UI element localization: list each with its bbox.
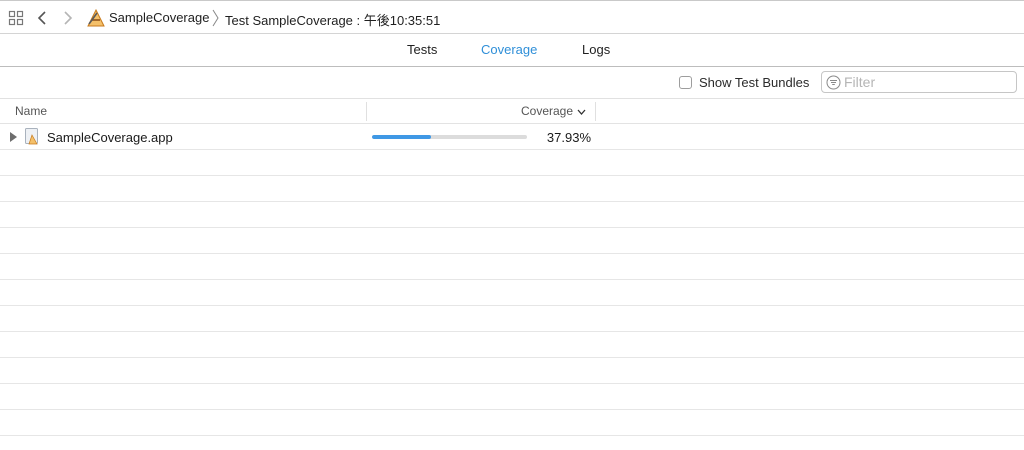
jump-bar: SampleCoverage Test SampleCoverage : 午後1… bbox=[0, 0, 1024, 34]
coverage-bar-fill bbox=[372, 135, 431, 139]
sort-descending-icon bbox=[577, 109, 586, 115]
column-header-coverage[interactable]: Coverage bbox=[521, 104, 586, 118]
show-test-bundles-checkbox[interactable] bbox=[679, 76, 692, 89]
related-items-icon[interactable] bbox=[7, 9, 25, 27]
report-tab-bar: Tests Coverage Logs bbox=[0, 34, 1024, 67]
empty-row bbox=[0, 228, 1024, 254]
project-icon bbox=[86, 9, 106, 27]
back-chevron-icon[interactable] bbox=[33, 9, 51, 27]
empty-row bbox=[0, 280, 1024, 306]
empty-row bbox=[0, 332, 1024, 358]
empty-row bbox=[0, 358, 1024, 384]
filter-field[interactable] bbox=[821, 71, 1017, 93]
coverage-percent: 37.93% bbox=[546, 130, 591, 145]
empty-row bbox=[0, 202, 1024, 228]
breadcrumb-separator-icon bbox=[211, 9, 221, 27]
tab-coverage[interactable]: Coverage bbox=[481, 42, 537, 57]
empty-row bbox=[0, 384, 1024, 410]
forward-chevron-icon[interactable] bbox=[59, 9, 77, 27]
tab-logs[interactable]: Logs bbox=[582, 42, 610, 57]
empty-row bbox=[0, 306, 1024, 332]
column-divider[interactable] bbox=[595, 102, 596, 121]
breadcrumb-test-run[interactable]: Test SampleCoverage : 午後10:35:51 bbox=[225, 10, 440, 29]
show-test-bundles-label: Show Test Bundles bbox=[699, 75, 810, 90]
empty-row bbox=[0, 254, 1024, 280]
column-divider[interactable] bbox=[366, 102, 367, 121]
column-header: Name Coverage bbox=[0, 99, 1024, 124]
column-header-coverage-label: Coverage bbox=[521, 104, 574, 118]
disclosure-triangle-icon[interactable] bbox=[10, 132, 17, 142]
empty-row bbox=[0, 176, 1024, 202]
empty-row bbox=[0, 150, 1024, 176]
row-name: SampleCoverage.app bbox=[47, 130, 173, 145]
tab-tests[interactable]: Tests bbox=[407, 42, 437, 57]
filter-icon bbox=[826, 75, 841, 95]
table-row[interactable]: SampleCoverage.app 37.93% bbox=[0, 124, 1024, 150]
filter-bar: Show Test Bundles bbox=[0, 67, 1024, 99]
filter-input[interactable] bbox=[844, 73, 1012, 91]
empty-row bbox=[0, 410, 1024, 436]
coverage-bar bbox=[372, 135, 527, 139]
column-header-name[interactable]: Name bbox=[15, 104, 47, 118]
breadcrumb-project[interactable]: SampleCoverage bbox=[109, 10, 209, 25]
app-icon bbox=[25, 128, 38, 145]
